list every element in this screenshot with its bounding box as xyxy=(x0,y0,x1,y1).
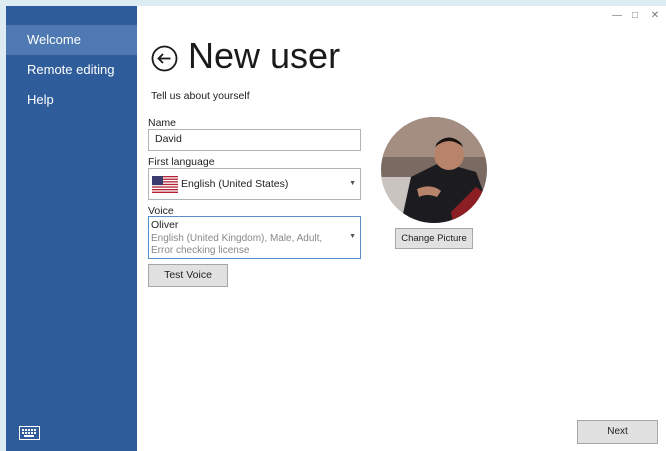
voice-select[interactable]: Oliver English (United Kingdom), Male, A… xyxy=(148,216,361,259)
first-language-select[interactable]: English (United States) ▼ xyxy=(148,168,361,200)
keyboard-icon[interactable] xyxy=(19,426,40,440)
voice-description: English (United Kingdom), Male, Adult, E… xyxy=(151,233,323,256)
first-language-label: First language xyxy=(148,156,215,168)
first-language-value: English (United States) xyxy=(181,178,289,190)
sidebar: Welcome Remote editing Help xyxy=(6,6,137,451)
name-field[interactable]: David xyxy=(148,129,361,151)
back-arrow-icon[interactable] xyxy=(151,45,178,72)
sidebar-item-welcome[interactable]: Welcome xyxy=(6,25,137,55)
chevron-down-icon: ▼ xyxy=(349,180,356,187)
page-subtitle: Tell us about yourself xyxy=(151,90,250,102)
change-picture-button[interactable]: Change Picture xyxy=(395,228,473,249)
main-content: New user Tell us about yourself Name Dav… xyxy=(137,6,666,451)
name-label: Name xyxy=(148,117,177,129)
test-voice-button[interactable]: Test Voice xyxy=(148,264,228,287)
page-title: New user xyxy=(188,35,341,76)
voice-name: Oliver xyxy=(151,219,179,231)
avatar-photo xyxy=(381,117,487,223)
us-flag-icon xyxy=(152,176,178,193)
app-window: Welcome Remote editing Help — □ ✕ New us… xyxy=(6,6,666,451)
chevron-down-icon: ▼ xyxy=(349,233,356,240)
avatar xyxy=(381,117,487,223)
sidebar-item-help[interactable]: Help xyxy=(6,85,137,115)
next-button[interactable]: Next xyxy=(577,420,658,444)
sidebar-item-remote-editing[interactable]: Remote editing xyxy=(6,55,137,85)
